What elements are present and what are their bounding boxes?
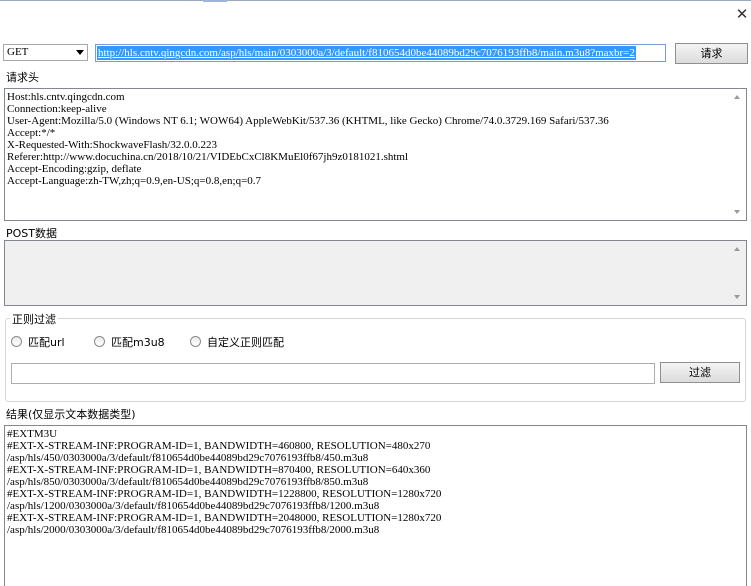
headers-scrollbar[interactable]: [729, 89, 746, 220]
post-textarea[interactable]: [4, 240, 747, 306]
headers-text: Host:hls.cntv.qingcdn.com Connection:kee…: [7, 91, 609, 187]
post-label: POST数据: [6, 227, 57, 240]
url-input[interactable]: http://hls.cntv.qingcdn.com/asp/hls/main…: [95, 44, 666, 62]
method-select[interactable]: GET: [3, 44, 88, 61]
chevron-down-icon: [76, 50, 84, 55]
result-textarea[interactable]: #EXTM3U #EXT-X-STREAM-INF:PROGRAM-ID=1, …: [4, 425, 747, 586]
scroll-down-icon[interactable]: [734, 295, 740, 299]
radio-custom-regex[interactable]: [190, 336, 201, 347]
filter-button[interactable]: 过滤: [660, 362, 740, 383]
scroll-up-icon[interactable]: [734, 95, 740, 99]
result-label: 结果(仅显示文本数据类型): [6, 408, 136, 421]
close-icon[interactable]: ✕: [734, 6, 750, 22]
regex-filter-title: 正则过滤: [10, 311, 58, 327]
radio-label-url[interactable]: 匹配url: [28, 334, 65, 350]
radio-match-m3u8[interactable]: [94, 336, 105, 347]
post-text: [5, 241, 746, 245]
title-bar-edge: [0, 0, 751, 1]
result-text: #EXTM3U #EXT-X-STREAM-INF:PROGRAM-ID=1, …: [7, 428, 442, 536]
radio-label-m3u8[interactable]: 匹配m3u8: [111, 334, 165, 350]
headers-textarea[interactable]: Host:hls.cntv.qingcdn.com Connection:kee…: [4, 88, 747, 221]
regex-input[interactable]: [11, 363, 655, 384]
radio-label-custom[interactable]: 自定义正则匹配: [207, 334, 284, 350]
headers-label: 请求头: [6, 71, 39, 84]
regex-filter-group: [5, 318, 746, 402]
post-scrollbar[interactable]: [729, 241, 746, 305]
scroll-down-icon[interactable]: [734, 210, 740, 214]
scroll-up-icon[interactable]: [734, 247, 740, 251]
request-button[interactable]: 请求: [675, 43, 748, 64]
title-bar-mark: [203, 0, 227, 2]
radio-match-url[interactable]: [11, 336, 22, 347]
method-value: GET: [7, 46, 29, 58]
url-text: http://hls.cntv.qingcdn.com/asp/hls/main…: [97, 46, 636, 60]
